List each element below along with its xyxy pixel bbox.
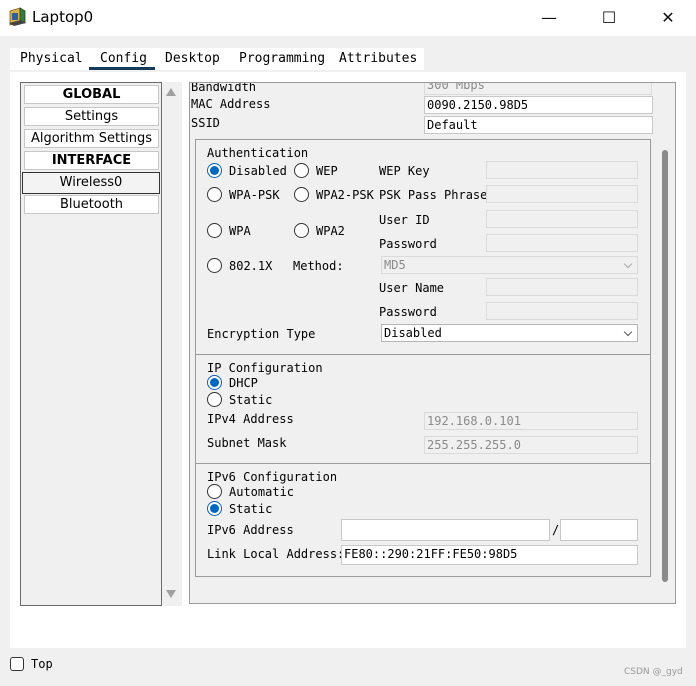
sidebar-item-bluetooth[interactable]: Bluetooth (24, 195, 159, 214)
psk-pass-phrase-label: PSK Pass Phrase (379, 188, 488, 202)
interface-list: GLOBAL Settings Algorithm Settings INTER… (20, 82, 162, 606)
close-icon: ✕ (661, 7, 675, 27)
ipv6-automatic-label: Automatic (229, 485, 295, 499)
auth-disabled-label: Disabled (229, 164, 287, 178)
ssid-label: SSID (191, 116, 220, 130)
laptop-app-icon (8, 7, 28, 27)
user-id-field (486, 210, 638, 228)
wep-key-field (486, 161, 638, 179)
user-name-label: User Name (379, 281, 445, 295)
encryption-type-value: Disabled (384, 326, 442, 340)
ipv6-address-label: IPv6 Address (207, 523, 294, 537)
maximize-icon: ☐ (601, 7, 617, 27)
ipv6-configuration-title: IPv6 Configuration (207, 470, 338, 484)
auth-wep-radio[interactable] (294, 163, 309, 178)
chevron-down-icon (623, 327, 633, 337)
ip-configuration-title: IP Configuration (207, 361, 323, 375)
ssid-field[interactable]: Default (424, 116, 653, 134)
auth-disabled-radio[interactable] (207, 163, 222, 178)
tab-physical[interactable]: Physical (10, 48, 89, 70)
bandwidth-field: 300 Mbps (424, 83, 652, 95)
ipv6-static-radio[interactable] (207, 501, 222, 516)
authentication-group: Authentication Disabled WEP WPA-PSK WPA2… (195, 139, 651, 355)
ipv4-address-field: 192.168.0.101 (424, 412, 638, 430)
subnet-mask-label: Subnet Mask (207, 436, 287, 450)
close-button[interactable]: ✕ (645, 0, 691, 34)
ipv6-prefix-field[interactable] (560, 519, 638, 541)
user-name-field (486, 278, 638, 296)
ip-dhcp-radio[interactable] (207, 375, 222, 390)
auth-wpa2-psk-label: WPA2-PSK (316, 188, 374, 202)
ipv6-address-field[interactable] (341, 519, 550, 541)
auth-wpa-radio[interactable] (207, 223, 222, 238)
ipv6-prefix-separator: / (552, 523, 560, 537)
ipv6-configuration-group: IPv6 Configuration Automatic Static IPv6… (195, 463, 651, 577)
auth-8021x-radio[interactable] (207, 258, 222, 273)
tab-strip: Physical Config Desktop Programming Attr… (10, 48, 424, 70)
tab-desktop[interactable]: Desktop (155, 48, 229, 70)
auth-wpa2-radio[interactable] (294, 223, 309, 238)
subnet-mask-field: 255.255.255.0 (424, 436, 638, 454)
ipv4-address-label: IPv4 Address (207, 412, 294, 426)
tab-attributes[interactable]: Attributes (329, 48, 424, 70)
method-select[interactable]: MD5 (381, 256, 638, 274)
user-id-label: User ID (379, 213, 430, 227)
ip-static-radio[interactable] (207, 392, 222, 407)
encryption-type-select[interactable]: Disabled (381, 324, 638, 342)
tab-programming[interactable]: Programming (229, 48, 329, 70)
auth-wpa2-psk-radio[interactable] (294, 187, 309, 202)
list-scrollbar[interactable] (162, 82, 182, 606)
wireless-config-panel: Bandwidth 300 Mbps MAC Address 0090.2150… (189, 82, 676, 604)
auth-wep-label: WEP (316, 164, 338, 178)
sidebar-item-settings[interactable]: Settings (24, 107, 159, 126)
password2-field (486, 302, 638, 320)
auth-wpa-psk-radio[interactable] (207, 187, 222, 202)
ip-configuration-group: IP Configuration DHCP Static IPv4 Addres… (195, 354, 651, 464)
scroll-down-icon[interactable] (166, 590, 176, 598)
method-label: Method: (293, 259, 344, 273)
password2-label: Password (379, 305, 437, 319)
mac-address-label: MAC Address (191, 97, 271, 111)
window-title: Laptop0 (32, 8, 94, 26)
sidebar-item-global[interactable]: GLOBAL (24, 85, 159, 104)
authentication-title: Authentication (207, 146, 309, 160)
auth-wpa2-label: WPA2 (316, 224, 345, 238)
sidebar-item-wireless0[interactable]: Wireless0 (22, 172, 160, 194)
top-checkbox-label: Top (31, 657, 53, 671)
method-value: MD5 (384, 258, 406, 272)
auth-wpa-psk-label: WPA-PSK (229, 188, 280, 202)
bandwidth-label: Bandwidth (191, 82, 257, 94)
chevron-down-icon (623, 259, 633, 269)
auth-8021x-label: 802.1X (229, 259, 273, 273)
top-checkbox[interactable] (10, 657, 24, 671)
minimize-button[interactable]: — (526, 0, 572, 34)
wep-key-label: WEP Key (379, 164, 430, 178)
sidebar-item-interface[interactable]: INTERFACE (24, 151, 159, 170)
sidebar-item-algorithm-settings[interactable]: Algorithm Settings (24, 129, 159, 148)
minimize-icon: — (541, 7, 557, 27)
auth-wpa-label: WPA (229, 224, 251, 238)
watermark: CSDN @_gyd (624, 667, 683, 677)
config-scrollbar-thumb[interactable] (662, 150, 668, 582)
psk-pass-phrase-field (486, 185, 638, 203)
password-label: Password (379, 237, 437, 251)
ipv6-static-label: Static (229, 502, 273, 516)
password-field (486, 234, 638, 252)
ipv6-automatic-radio[interactable] (207, 484, 222, 499)
link-local-address-label: Link Local Address: (207, 547, 345, 561)
scroll-up-icon[interactable] (166, 88, 176, 96)
mac-address-field[interactable]: 0090.2150.98D5 (424, 96, 653, 114)
ip-static-label: Static (229, 393, 273, 407)
maximize-button[interactable]: ☐ (586, 0, 632, 34)
link-local-address-field[interactable]: FE80::290:21FF:FE50:98D5 (341, 545, 638, 565)
encryption-type-label: Encryption Type (207, 327, 316, 341)
ip-dhcp-label: DHCP (229, 376, 258, 390)
bottom-bar (0, 650, 696, 686)
tab-config[interactable]: Config (89, 48, 155, 70)
